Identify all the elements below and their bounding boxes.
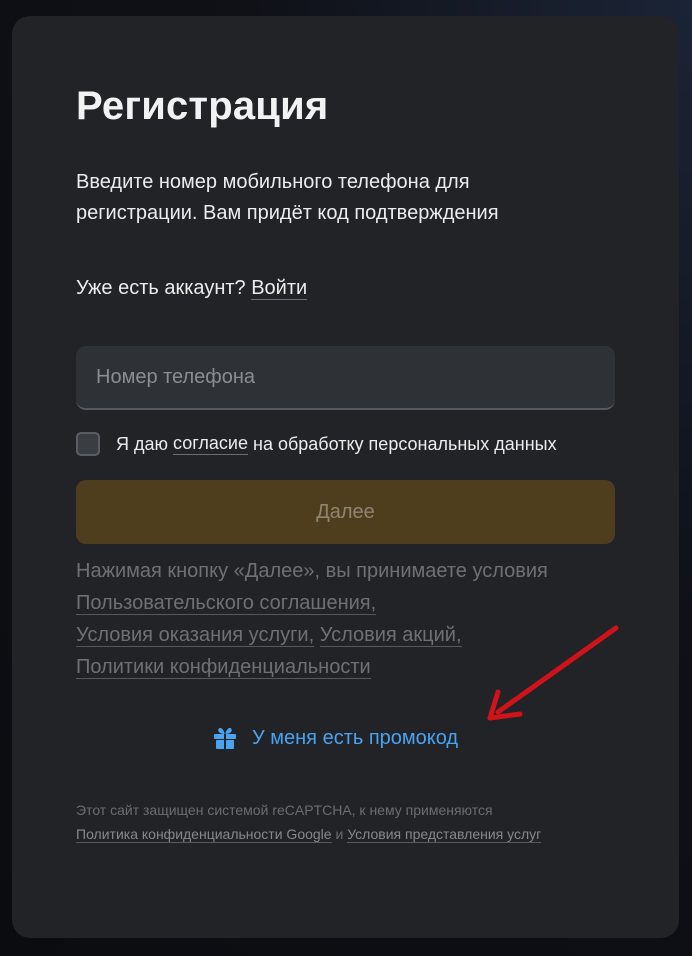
- phone-input[interactable]: [76, 346, 615, 410]
- privacy-policy-link[interactable]: Политики конфиденциальности: [76, 656, 371, 679]
- annotation-arrow-icon: [487, 625, 619, 721]
- consent-link[interactable]: согласие: [173, 433, 248, 455]
- google-privacy-link[interactable]: Политика конфиденциальности Google: [76, 826, 332, 843]
- consent-prefix: Я даю: [116, 433, 169, 454]
- next-button[interactable]: Далее: [76, 480, 615, 544]
- recaptcha-notice: Этот сайт защищен системой reCAPTCHA, к …: [76, 798, 596, 846]
- consent-row: Я даю согласие на обработку персональных…: [76, 432, 557, 456]
- promo-code-button[interactable]: У меня есть промокод: [212, 725, 458, 751]
- registration-card: Регистрация Введите номер мобильного тел…: [12, 16, 679, 938]
- service-terms-link[interactable]: Условия оказания услуги,: [76, 624, 315, 647]
- promo-terms-link[interactable]: Условия акций,: [319, 624, 462, 647]
- terms-prefix: Нажимая кнопку «Далее», вы принимаете ус…: [76, 560, 548, 582]
- gift-icon: [214, 727, 236, 749]
- promo-code-label: У меня есть промокод: [252, 726, 459, 749]
- account-prompt-text: Уже есть аккаунт?: [76, 277, 246, 299]
- recaptcha-text: Этот сайт защищен системой reCAPTCHA, к …: [76, 802, 493, 818]
- login-link[interactable]: Войти: [251, 277, 308, 300]
- page-title: Регистрация: [76, 84, 329, 128]
- recaptcha-conj: и: [335, 826, 344, 842]
- login-prompt: Уже есть аккаунт? Войти: [76, 274, 308, 302]
- user-agreement-link[interactable]: Пользовательского соглашения,: [76, 592, 377, 615]
- google-terms-link[interactable]: Условия представления услуг: [347, 826, 542, 843]
- consent-suffix: на обработку персональных данных: [253, 433, 557, 454]
- subtitle-text: Введите номер мобильного телефона для ре…: [76, 171, 499, 224]
- consent-checkbox[interactable]: [76, 432, 100, 456]
